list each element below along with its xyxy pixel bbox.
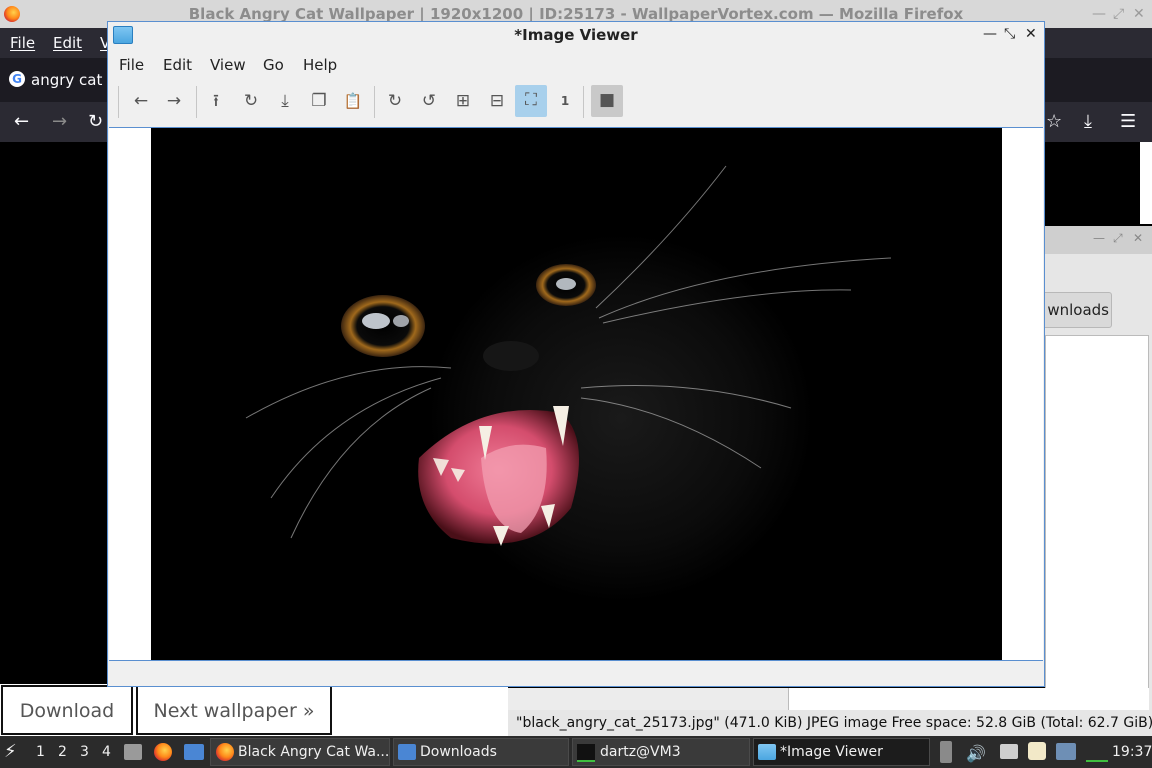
toolbar-separator xyxy=(374,86,375,118)
firefox-menu-edit[interactable]: Edit xyxy=(53,34,82,52)
maximize-icon[interactable]: ⤢ xyxy=(1113,6,1124,22)
desktop-launcher-icon[interactable] xyxy=(184,744,204,760)
zoom-in-icon[interactable]: ⊞ xyxy=(448,86,478,116)
reload-icon[interactable]: ↻ xyxy=(236,86,266,116)
cpu-monitor-icon xyxy=(1086,752,1108,762)
task-terminal-label: dartz@VM3 xyxy=(600,744,681,760)
fit-window-icon[interactable]: ⛶ xyxy=(515,85,547,117)
fm-maximize-icon[interactable]: ⤢ xyxy=(1113,231,1123,246)
original-size-icon[interactable]: 1 xyxy=(550,86,580,116)
toolbar-separator xyxy=(583,86,584,118)
forward-icon[interactable]: → xyxy=(159,86,189,116)
clipboard-icon[interactable] xyxy=(1028,742,1046,760)
image-viewer-menubar xyxy=(108,50,1044,78)
download-button[interactable]: Download xyxy=(1,685,133,735)
volume-icon[interactable]: 🔊 xyxy=(966,744,986,763)
iv-menu-file[interactable]: File xyxy=(119,56,144,74)
file-manager-pane xyxy=(508,688,788,710)
firefox-launcher-icon[interactable] xyxy=(154,743,172,761)
start-menu-icon[interactable]: ⚡ xyxy=(4,741,17,762)
iv-menu-help[interactable]: Help xyxy=(303,56,337,74)
firefox-menu-file[interactable]: File xyxy=(10,34,35,52)
browser-back-icon[interactable]: ← xyxy=(14,111,29,132)
iv-restore-icon[interactable]: ⤡ xyxy=(1004,26,1015,42)
toolbar-separator xyxy=(196,86,197,118)
network-icon[interactable] xyxy=(1000,744,1018,759)
minimize-icon[interactable]: — xyxy=(1092,6,1106,22)
next-wallpaper-button[interactable]: Next wallpaper » xyxy=(136,685,332,735)
copy-icon[interactable]: ❐ xyxy=(304,86,334,116)
workspace-3[interactable]: 3 xyxy=(80,744,89,760)
file-manager-status-text: "black_angry_cat_25173.jpg" (471.0 KiB) … xyxy=(516,715,1152,731)
iv-menu-go[interactable]: Go xyxy=(263,56,284,74)
browser-forward-icon[interactable]: → xyxy=(52,111,67,132)
file-list[interactable] xyxy=(1045,335,1149,711)
image-viewer-statusbar xyxy=(108,662,1044,686)
google-icon: G xyxy=(9,71,25,87)
file-manager-titlebar: — ⤢ ✕ xyxy=(1045,226,1152,254)
image-viewer-title: *Image Viewer xyxy=(514,26,638,44)
task-downloads-label: Downloads xyxy=(420,744,497,760)
updates-icon[interactable] xyxy=(1056,743,1076,760)
paste-icon[interactable]: 📋 xyxy=(338,86,368,116)
iv-menu-view[interactable]: View xyxy=(210,56,246,74)
browser-tab[interactable]: angry cat d xyxy=(31,71,117,89)
clock[interactable]: 19:37 xyxy=(1112,744,1152,760)
toolbar-grip xyxy=(118,86,119,118)
page-content-dark xyxy=(1045,142,1140,224)
iv-menu-edit[interactable]: Edit xyxy=(163,56,192,74)
workspace-4[interactable]: 4 xyxy=(102,744,111,760)
workspace-2[interactable]: 2 xyxy=(58,744,67,760)
file-manager-launcher-icon[interactable] xyxy=(124,744,142,760)
iv-minimize-icon[interactable]: — xyxy=(983,26,997,42)
image-viewer-task-icon xyxy=(758,744,776,760)
page-content-strip xyxy=(1140,142,1152,224)
iv-close-icon[interactable]: ✕ xyxy=(1025,26,1037,42)
rotate-clockwise-icon[interactable]: ↻ xyxy=(380,86,410,116)
browser-reload-icon[interactable]: ↻ xyxy=(88,111,103,132)
task-firefox-label: Black Angry Cat Wa... xyxy=(238,744,390,760)
file-manager-pane-list xyxy=(788,688,1149,710)
hamburger-menu-icon[interactable]: ☰ xyxy=(1120,111,1136,132)
zoom-out-icon[interactable]: ⊟ xyxy=(482,86,512,116)
workspace-1[interactable]: 1 xyxy=(36,744,45,760)
fm-close-icon[interactable]: ✕ xyxy=(1133,231,1143,245)
close-icon[interactable]: ✕ xyxy=(1133,6,1145,22)
fullscreen-icon[interactable]: ■ xyxy=(591,85,623,117)
fm-minimize-icon[interactable]: — xyxy=(1093,231,1105,245)
folder-task-icon xyxy=(398,744,416,760)
downloads-icon[interactable]: ⤓ xyxy=(1084,111,1092,132)
back-icon[interactable]: ← xyxy=(126,86,156,116)
task-image-viewer-label: *Image Viewer xyxy=(780,744,883,760)
cat-illustration xyxy=(245,165,892,546)
bookmark-star-icon[interactable]: ☆ xyxy=(1046,111,1062,132)
terminal-task-icon xyxy=(577,744,595,762)
save-icon[interactable]: ⤓ xyxy=(270,86,300,116)
firefox-task-icon xyxy=(216,743,234,761)
rotate-counterclockwise-icon[interactable]: ↺ xyxy=(414,86,444,116)
open-icon[interactable]: ⭱ xyxy=(201,86,231,116)
cat-photo xyxy=(151,128,1002,660)
tray-scroll-icon[interactable] xyxy=(940,741,952,763)
